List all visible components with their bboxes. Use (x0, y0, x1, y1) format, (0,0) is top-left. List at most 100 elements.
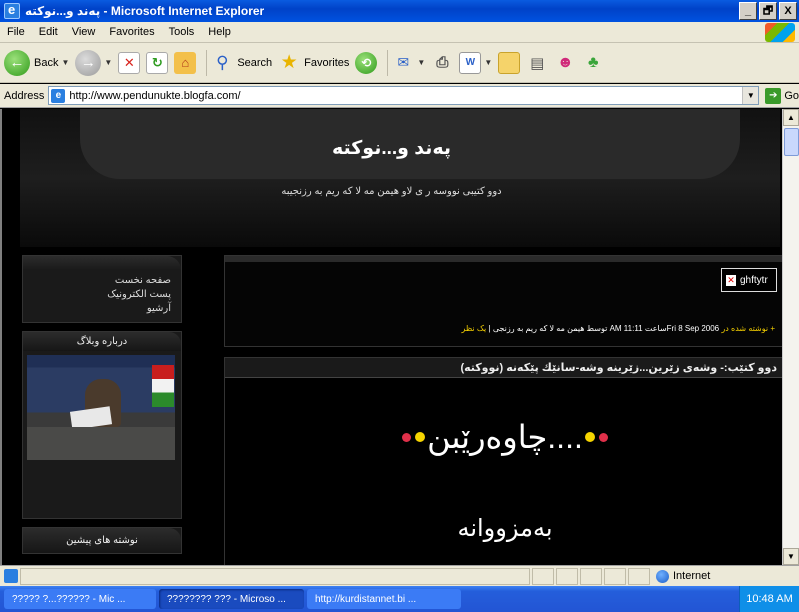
sidebar-links: صفحه نخست پست الکترونیک آرشیو (23, 270, 181, 322)
minimize-button[interactable]: _ (739, 2, 757, 20)
rose-icon (402, 432, 412, 442)
popup-blocker-icon[interactable] (604, 567, 626, 585)
menu-edit[interactable]: Edit (32, 26, 65, 38)
messenger-button[interactable]: ☻ (554, 52, 576, 74)
meta-date: Fri 8 Sep 2006 (666, 324, 720, 333)
site-subtitle: دوو کتیبی نووسه ر ی لاو هیمن مه لا که ری… (281, 186, 502, 197)
home-button[interactable]: ⌂ (174, 51, 197, 74)
favorites-button[interactable]: ★ Favorites (278, 52, 350, 74)
print-button[interactable]: ⎙ (431, 52, 453, 74)
menu-tools[interactable]: Tools (162, 26, 202, 38)
scroll-down-icon[interactable]: ▼ (783, 548, 799, 565)
address-bar: Address e http://www.pendunukte.blogfa.c… (0, 84, 799, 108)
meta-time: 11:11 AM (609, 324, 643, 333)
system-clock: 10:48 AM (739, 586, 799, 612)
window-title-bar: پەند و...نوکتە - Microsoft Internet Expl… (0, 0, 799, 22)
taskbar-item-3[interactable]: http://kurdistannet.bi ... (307, 589, 461, 609)
scroll-thumb[interactable] (784, 128, 799, 156)
status-segment (580, 567, 602, 585)
taskbar-item-2[interactable]: ???????? ??? - Microso ... (159, 589, 304, 609)
post-title[interactable]: دوو کتێب:- وشەی زێرین...زێرینە وشە-سانێك… (225, 358, 783, 378)
menu-favorites[interactable]: Favorites (102, 26, 161, 38)
window-controls: _ 🗗 X (739, 2, 797, 20)
favorites-label: Favorites (304, 56, 350, 69)
forward-button[interactable]: → ▼ (75, 49, 113, 76)
taskbar: ????? ?...?????? - Mic ... ???????? ??? … (0, 586, 799, 612)
globe-icon (656, 569, 669, 583)
chevron-down-icon: ▼ (104, 58, 113, 67)
menu-bar: File Edit View Favorites Tools Help (0, 22, 799, 43)
about-spacer (23, 466, 181, 518)
msn-buddies-icon: ♣ (588, 53, 599, 71)
edit-button[interactable]: W ▼ (459, 51, 493, 74)
box-tab (225, 256, 783, 262)
go-arrow-icon: ➔ (765, 87, 782, 104)
mail-button[interactable]: ✉ ▼ (392, 52, 426, 74)
meta-time-label: ساعت (644, 324, 667, 333)
about-box: درباره وبلاگ (22, 331, 182, 519)
post-big-line-2: بەمزووانە (457, 515, 553, 542)
menu-help[interactable]: Help (201, 26, 238, 38)
back-button[interactable]: ← Back ▼ (4, 49, 70, 76)
sidebar-link-home[interactable]: صفحه نخست (23, 274, 171, 288)
refresh-button[interactable]: ↻ (146, 51, 169, 74)
windows-logo-icon (765, 23, 795, 42)
history-button[interactable]: ⟲ (355, 51, 378, 74)
status-segment (556, 567, 578, 585)
page-icon: e (51, 88, 66, 103)
home-icon: ⌂ (174, 51, 197, 74)
chevron-down-icon: ▼ (61, 58, 70, 67)
broken-image: ✕ ghftytr (721, 268, 777, 292)
scroll-up-icon[interactable]: ▲ (783, 109, 799, 126)
meta-prefix: + نوشته شده در (721, 324, 775, 333)
vertical-scrollbar[interactable]: ▲ ▼ (782, 109, 799, 565)
toolbar-separator (387, 49, 389, 76)
about-title: درباره وبلاگ (23, 332, 181, 351)
maximize-button[interactable]: 🗗 (759, 2, 777, 20)
address-url: http://www.pendunukte.blogfa.com/ (69, 89, 241, 102)
address-label: Address (4, 89, 45, 102)
flag-image (152, 365, 174, 407)
post-header-box: ✕ ghftytr + نوشته شده در Fri 8 Sep 2006س… (224, 255, 784, 347)
back-arrow-icon: ← (4, 49, 30, 76)
back-label: Back (34, 56, 59, 69)
toolbar-separator (206, 49, 208, 76)
toolbar: ← Back ▼ → ▼ ✕ ↻ ⌂ ⚲ Search ★ Favorites … (0, 43, 799, 83)
taskbar-item-1[interactable]: ????? ?...?????? - Mic ... (4, 589, 156, 609)
go-button[interactable]: ➔ Go (765, 87, 799, 104)
post-big-text: چاوەرێبن.... (225, 418, 783, 456)
site-header (20, 109, 780, 247)
research-button[interactable]: ▤ (526, 52, 548, 74)
research-icon: ▤ (530, 54, 545, 72)
site-title[interactable]: پەند و...نوکتە (2, 137, 781, 160)
msn-button[interactable]: ♣ (582, 52, 604, 74)
menu-view[interactable]: View (65, 26, 103, 38)
chevron-down-icon: ▼ (417, 58, 426, 67)
menu-file[interactable]: File (0, 26, 32, 38)
smiley-icon (415, 432, 426, 442)
table-image (27, 427, 175, 460)
image-alt-text: ghftytr (740, 274, 768, 286)
comments-link[interactable]: یک نظر (461, 324, 486, 333)
search-button[interactable]: ⚲ Search (211, 52, 272, 74)
search-label: Search (237, 56, 273, 69)
stop-button[interactable]: ✕ (118, 51, 141, 74)
address-input[interactable]: e http://www.pendunukte.blogfa.com/ ▼ (48, 86, 760, 105)
sidebar-link-archive[interactable]: آرشیو (23, 302, 171, 316)
discuss-button[interactable] (498, 51, 521, 74)
rose-icon (598, 432, 608, 442)
status-segment (532, 567, 554, 585)
smiley-icon (584, 432, 595, 442)
box-tab (23, 256, 181, 270)
address-dropdown-icon[interactable]: ▼ (742, 87, 759, 104)
meta-author: توسط هیمن مه لا که ریم به رزنجی (492, 324, 608, 333)
chevron-down-icon: ▼ (484, 58, 493, 67)
author-photo (27, 355, 175, 460)
folder-icon (498, 51, 521, 74)
printer-icon: ⎙ (436, 54, 449, 71)
close-button[interactable]: X (779, 2, 797, 20)
previous-posts-title: نوشته های پیشین (23, 528, 181, 553)
sidebar-link-email[interactable]: پست الکترونیک (23, 288, 171, 302)
zone-label: Internet (673, 570, 711, 582)
page-status-icon (4, 569, 18, 583)
